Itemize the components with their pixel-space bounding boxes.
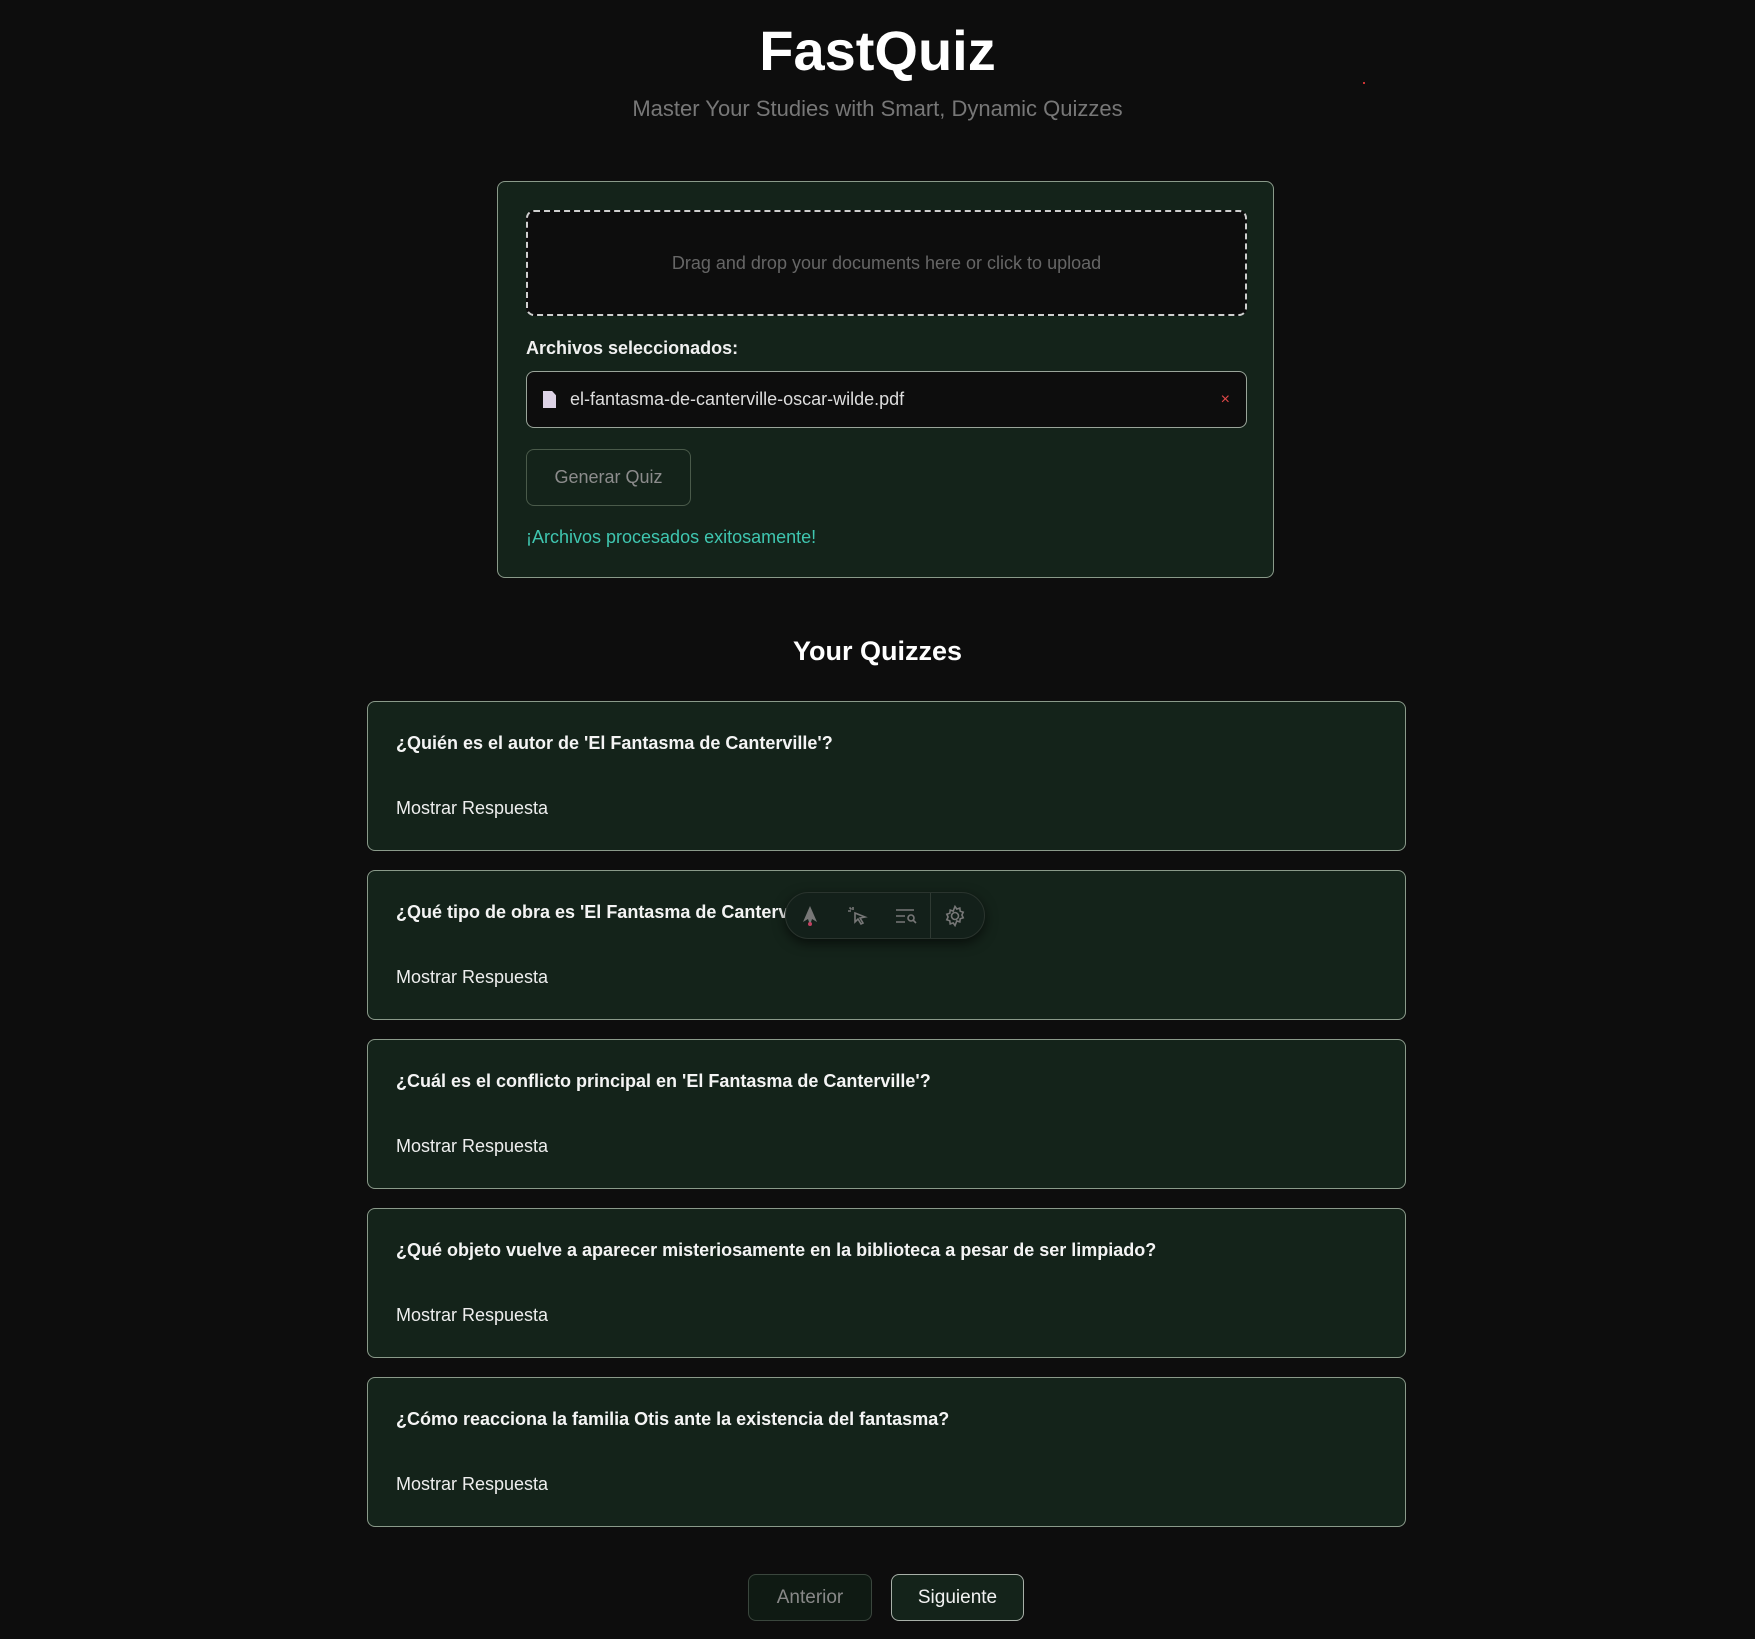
floating-toolbar [785,892,985,939]
rocket-icon[interactable] [786,893,834,938]
quiz-question: ¿Quién es el autor de 'El Fantasma de Ca… [396,733,833,753]
cursor-click-icon[interactable] [834,893,882,938]
selected-files-label: Archivos seleccionados: [526,338,739,358]
show-answer-button[interactable]: Mostrar Respuesta [396,1305,548,1326]
upload-card: Drag and drop your documents here or cli… [497,181,1274,578]
quiz-question: ¿Cuál es el conflicto principal en 'El F… [396,1071,931,1091]
quiz-question: ¿Qué objeto vuelve a aparecer misteriosa… [396,1240,1157,1260]
remove-file-button[interactable]: × [1221,391,1230,409]
file-name: el-fantasma-de-canterville-oscar-wilde.p… [570,389,905,409]
show-answer-button[interactable]: Mostrar Respuesta [396,1474,548,1495]
quizzes-title: Your Quizzes [792,636,963,666]
search-list-icon[interactable] [882,893,930,938]
show-answer-button[interactable]: Mostrar Respuesta [396,798,548,819]
quiz-question: ¿Cómo reacciona la familia Otis ante la … [396,1409,950,1429]
stray-dot [1363,82,1365,84]
gear-icon[interactable] [931,893,979,938]
quiz-question: ¿Qué tipo de obra es 'El Fantasma de Can… [396,902,829,922]
quiz-card: ¿Cuál es el conflicto principal en 'El F… [367,1039,1406,1189]
show-answer-button[interactable]: Mostrar Respuesta [396,1136,548,1157]
previous-page-button[interactable]: Anterior [748,1574,872,1621]
app-subtitle: Master Your Studies with Smart, Dynamic … [632,96,1123,121]
generate-quiz-button[interactable]: Generar Quiz [526,449,691,506]
quiz-card: ¿Quién es el autor de 'El Fantasma de Ca… [367,701,1406,851]
quiz-card: ¿Qué objeto vuelve a aparecer misteriosa… [367,1208,1406,1358]
quiz-card: ¿Cómo reacciona la familia Otis ante la … [367,1377,1406,1527]
upload-dropzone[interactable]: Drag and drop your documents here or cli… [526,210,1247,316]
file-icon [543,391,556,408]
app-title: FastQuiz [759,19,996,82]
show-answer-button[interactable]: Mostrar Respuesta [396,967,548,988]
next-page-button[interactable]: Siguiente [891,1574,1024,1621]
upload-status-message: ¡Archivos procesados exitosamente! [526,527,817,547]
selected-file-item: el-fantasma-de-canterville-oscar-wilde.p… [526,371,1247,428]
